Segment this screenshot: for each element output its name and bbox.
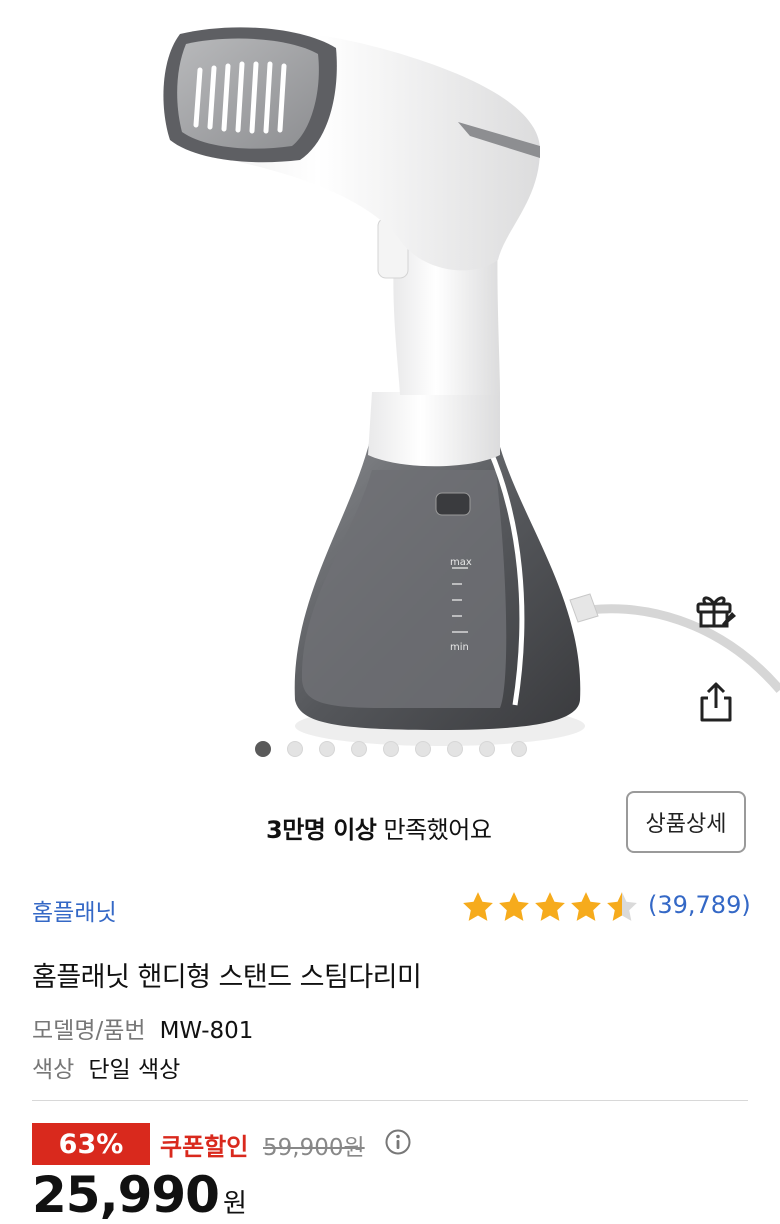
spec-model: 모델명/품번 MW-801 — [32, 1011, 253, 1045]
carousel-indicator[interactable] — [255, 741, 527, 757]
original-price: 59,900원 — [263, 1135, 365, 1161]
currency-unit: 원 — [222, 1189, 247, 1219]
carousel-dot[interactable] — [383, 741, 399, 757]
product-title: 홈플래닛 핸디형 스탠드 스팀다리미 — [32, 962, 422, 993]
sale-price-value: 25,990 — [32, 1166, 220, 1224]
satisfaction-text: 3만명 이상 만족했어요 — [266, 810, 492, 845]
tank-min-label: min — [450, 642, 469, 653]
coupon-label: 쿠폰할인 — [160, 1133, 249, 1161]
sale-price: 25,990 원 — [32, 1166, 247, 1224]
divider — [32, 1100, 748, 1101]
product-detail-button[interactable]: 상품상세 — [626, 791, 746, 853]
carousel-dot[interactable] — [351, 741, 367, 757]
share-icon[interactable] — [692, 678, 740, 726]
carousel-dot[interactable] — [479, 741, 495, 757]
spec-label: 색상 — [32, 1057, 75, 1083]
tank-max-label: max — [450, 557, 472, 568]
spec-value: MW-801 — [159, 1018, 254, 1044]
satisfaction-count: 3만명 이상 — [266, 816, 377, 844]
carousel-dot[interactable] — [447, 741, 463, 757]
discount-badge: 63% — [32, 1123, 150, 1165]
product-image[interactable]: max min — [0, 0, 780, 770]
carousel-dot[interactable] — [255, 741, 271, 757]
steamer-illustration: max min — [163, 27, 780, 746]
star-icon — [463, 892, 493, 921]
spec-label: 모델명/품번 — [32, 1018, 146, 1044]
review-count[interactable]: (39,789) — [648, 891, 751, 919]
star-icon — [535, 892, 565, 921]
rating-stars[interactable] — [461, 890, 639, 924]
carousel-dot[interactable] — [287, 741, 303, 757]
carousel-dot[interactable] — [511, 741, 527, 757]
gift-icon[interactable] — [692, 586, 740, 634]
star-icon — [607, 892, 637, 921]
star-icon — [571, 892, 601, 921]
satisfaction-suffix: 만족했어요 — [376, 816, 492, 844]
spec-color: 색상 단일 색상 — [32, 1050, 180, 1084]
carousel-dot[interactable] — [319, 741, 335, 757]
brand-link[interactable]: 홈플래닛 — [32, 893, 117, 927]
star-icon — [499, 892, 529, 921]
carousel-dot[interactable] — [415, 741, 431, 757]
info-icon[interactable] — [384, 1128, 412, 1156]
spec-value: 단일 색상 — [88, 1057, 181, 1083]
